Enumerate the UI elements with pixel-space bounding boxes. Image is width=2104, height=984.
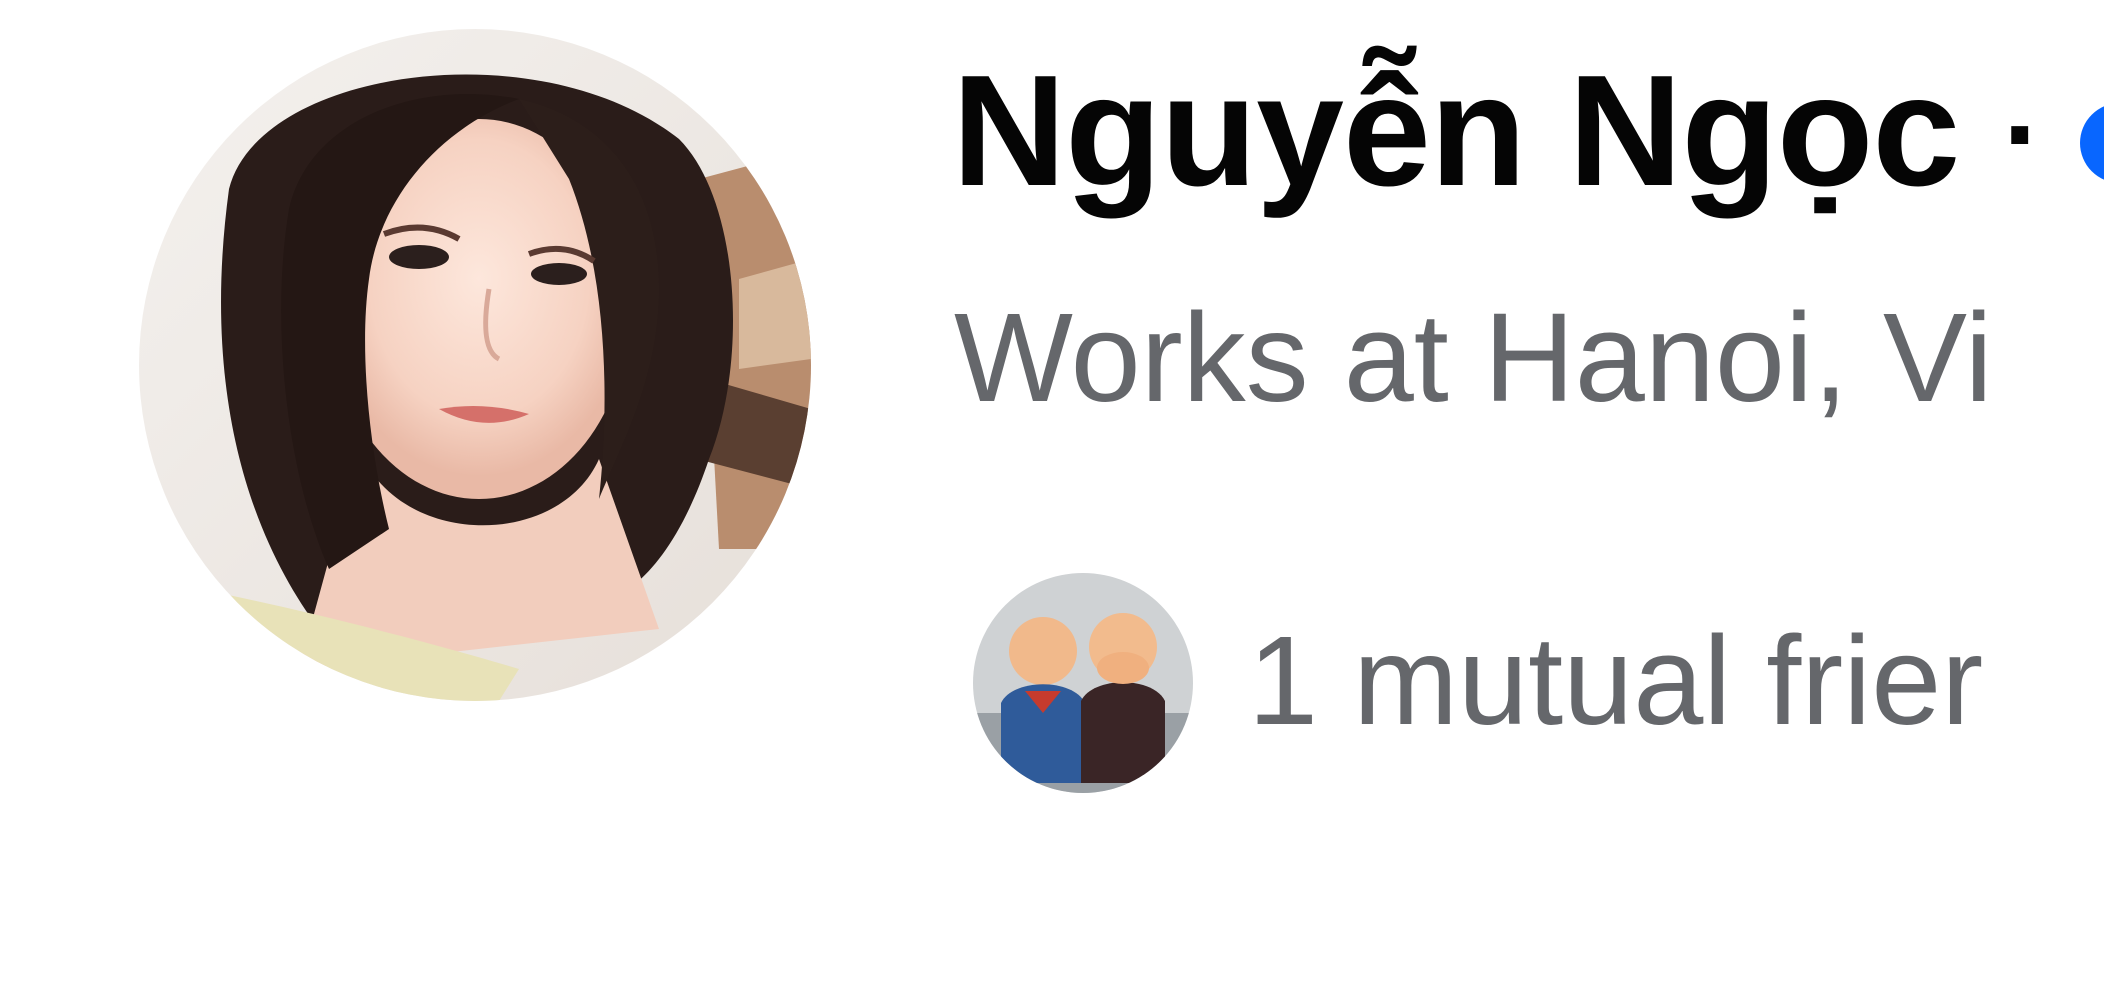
profile-workplace: Works at Hanoi, Vi [954, 287, 1993, 428]
people-suggestion-card[interactable]: Nguyễn Ngọc · Works at Hanoi, Vi 1 mutua… [0, 0, 2104, 984]
profile-avatar[interactable] [139, 29, 811, 701]
mutual-friends-count[interactable]: 1 mutual frier [1248, 618, 1983, 744]
profile-name[interactable]: Nguyễn Ngọc [952, 52, 1960, 210]
mutual-friend-avatar[interactable] [973, 573, 1193, 793]
mutual-friend-photo-icon [973, 573, 1193, 793]
name-separator: · [2003, 67, 2043, 201]
profile-photo-icon [139, 29, 811, 701]
verified-badge-icon [2080, 103, 2104, 183]
